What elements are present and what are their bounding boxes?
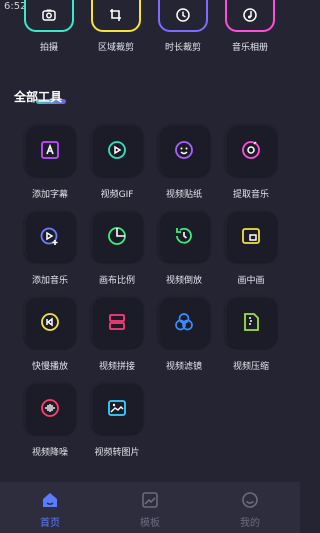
template-icon xyxy=(142,492,158,508)
tool-label: 画中画 xyxy=(237,276,265,286)
tool-video-compress[interactable] xyxy=(225,296,277,348)
tool-video-sticker[interactable] xyxy=(158,124,210,176)
tool-label: 视频转图片 xyxy=(94,448,140,458)
top-tool-label: 区域裁剪 xyxy=(97,43,134,53)
top-tools-row: 拍摄 区域裁剪 时长裁剪 音乐相册 xyxy=(0,0,300,60)
profile-icon xyxy=(242,492,258,508)
sticker-icon xyxy=(175,141,193,159)
tool-label: 视频压缩 xyxy=(232,362,269,372)
tool-picture-in-picture[interactable] xyxy=(225,210,277,262)
tool-video-merge[interactable] xyxy=(91,296,143,348)
tool-video-to-image[interactable] xyxy=(91,382,143,434)
top-tool-label: 音乐相册 xyxy=(231,43,268,53)
tool-add-subtitle[interactable] xyxy=(24,124,76,176)
pip-icon xyxy=(242,228,260,244)
nav-profile-label: 我的 xyxy=(240,518,260,529)
tool-label: 添加音乐 xyxy=(31,276,68,286)
top-tool-label: 时长裁剪 xyxy=(164,43,201,53)
tool-label: 视频GIF xyxy=(100,190,134,200)
tool-label: 添加字幕 xyxy=(31,190,68,200)
tool-video-reverse[interactable] xyxy=(158,210,210,262)
nav-template[interactable]: 模板 xyxy=(100,482,200,533)
bottom-nav: 首页 模板 我的 xyxy=(0,482,300,533)
tool-video-denoise[interactable] xyxy=(24,382,76,434)
tool-canvas-ratio[interactable] xyxy=(91,210,143,262)
camera-icon xyxy=(42,9,56,21)
tool-add-music[interactable] xyxy=(24,210,76,262)
tool-label: 视频倒放 xyxy=(165,276,202,286)
section-title: 全部工具 xyxy=(14,90,63,104)
app-screen: 6:52 拍摄 区域裁剪 时长裁剪 音乐相册 全部工具 添加字幕 视频GIF 视… xyxy=(0,0,300,533)
nav-profile[interactable]: 我的 xyxy=(200,482,300,533)
denoise-icon xyxy=(41,399,59,417)
video-to-image-icon xyxy=(108,400,126,416)
tool-video-gif[interactable] xyxy=(91,124,143,176)
merge-icon xyxy=(109,314,125,330)
add-music-icon xyxy=(40,227,58,245)
nav-home[interactable]: 首页 xyxy=(0,482,100,533)
nav-home-label: 首页 xyxy=(40,518,60,529)
speed-icon xyxy=(41,313,59,331)
pie-ratio-icon xyxy=(108,227,126,245)
top-tool-label: 拍摄 xyxy=(39,43,58,53)
tool-label: 视频降噪 xyxy=(31,448,68,458)
reverse-icon xyxy=(176,227,192,244)
subtitle-icon xyxy=(41,141,59,159)
top-tool-camera[interactable] xyxy=(24,0,74,32)
crop-icon xyxy=(110,9,121,21)
top-tool-music-album[interactable] xyxy=(225,0,275,32)
nav-template-label: 模板 xyxy=(140,518,160,529)
clock-icon xyxy=(176,8,190,22)
tool-label: 画布比例 xyxy=(98,276,135,286)
top-tool-duration[interactable] xyxy=(158,0,208,32)
tool-label: 视频贴纸 xyxy=(165,190,202,200)
tool-speed-play[interactable] xyxy=(24,296,76,348)
tool-extract-music[interactable] xyxy=(225,124,277,176)
gif-icon xyxy=(108,141,126,159)
top-tool-crop[interactable] xyxy=(91,0,141,32)
tool-label: 视频拼接 xyxy=(98,362,135,372)
tool-label: 提取音乐 xyxy=(232,190,269,200)
tool-label: 视频滤镜 xyxy=(165,362,202,372)
compress-icon xyxy=(244,313,259,331)
filter-icon xyxy=(175,313,193,331)
tool-label: 快慢播放 xyxy=(31,362,68,372)
tool-video-filter[interactable] xyxy=(158,296,210,348)
home-icon xyxy=(43,493,57,507)
extract-music-icon xyxy=(242,141,260,159)
music-album-icon xyxy=(243,8,257,22)
